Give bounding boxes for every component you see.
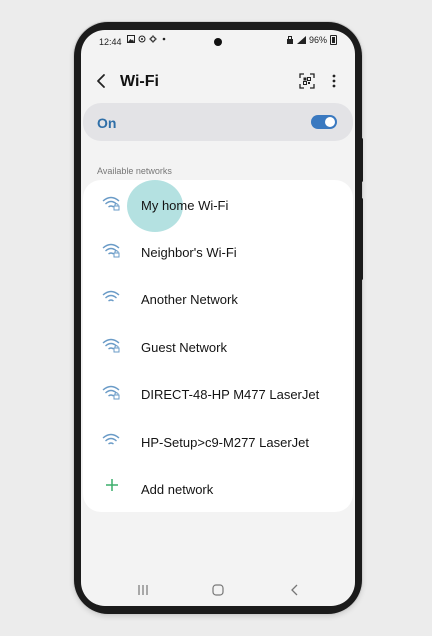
back-icon[interactable]: [93, 72, 111, 90]
more-options-icon[interactable]: [325, 72, 343, 90]
wifi-state-label: On: [97, 115, 117, 131]
wifi-lock-icon: [102, 196, 120, 211]
wifi-lock-icon: [102, 243, 120, 258]
app-header: Wi-Fi: [81, 66, 355, 96]
network-name: DIRECT-48-HP M477 LaserJet: [141, 387, 320, 402]
sync-icon: [138, 35, 146, 43]
home-icon[interactable]: [210, 583, 226, 597]
network-item[interactable]: My home Wi-Fi: [83, 180, 353, 232]
add-network-button[interactable]: Add network: [83, 466, 353, 512]
networks-card: My home Wi-Fi Neighbor's Wi-Fi Another N…: [83, 180, 353, 512]
wifi-toggle-row[interactable]: On: [83, 103, 353, 141]
page-title: Wi-Fi: [120, 73, 159, 90]
nav-back-icon[interactable]: [287, 583, 303, 597]
status-icons: [127, 35, 168, 43]
status-right: 96%: [286, 35, 337, 45]
screen: 12:44 96% Wi-Fi On Available networks My…: [81, 30, 355, 606]
status-bar: 12:44 96%: [81, 30, 355, 54]
dot-icon: [162, 37, 166, 41]
alarm-icon: [286, 36, 293, 44]
settings-icon: [149, 35, 157, 43]
wifi-lock-icon: [102, 385, 120, 400]
add-network-label: Add network: [141, 482, 214, 497]
network-name: Another Network: [141, 292, 238, 307]
plus-icon: [106, 479, 118, 491]
battery-percentage: 96%: [308, 35, 327, 45]
recent-apps-icon[interactable]: [135, 583, 151, 597]
network-name: HP-Setup>c9-M277 LaserJet: [141, 435, 310, 450]
wifi-icon: [102, 433, 120, 445]
network-item[interactable]: Guest Network: [83, 324, 353, 370]
signal-icon: [296, 36, 306, 44]
qr-scan-icon[interactable]: [299, 73, 315, 89]
network-item[interactable]: HP-Setup>c9-M277 LaserJet: [83, 419, 353, 465]
toggle-knob: [325, 117, 335, 127]
battery-icon: [330, 35, 337, 45]
network-item[interactable]: DIRECT-48-HP M477 LaserJet: [83, 371, 353, 417]
power-button: [360, 198, 363, 280]
navigation-bar: [81, 580, 355, 602]
network-name: Neighbor's Wi-Fi: [141, 245, 237, 260]
wifi-toggle-switch[interactable]: [311, 115, 337, 129]
network-item[interactable]: Another Network: [83, 276, 353, 322]
available-networks-title: Available networks: [97, 166, 172, 176]
wifi-icon: [102, 290, 120, 302]
image-icon: [127, 35, 135, 43]
camera-hole: [214, 38, 222, 46]
network-item[interactable]: Neighbor's Wi-Fi: [83, 229, 353, 275]
status-time: 12:44: [99, 37, 122, 47]
volume-button: [360, 138, 363, 182]
network-name: Guest Network: [141, 340, 227, 355]
wifi-lock-icon: [102, 338, 120, 353]
network-name: My home Wi-Fi: [141, 198, 229, 213]
